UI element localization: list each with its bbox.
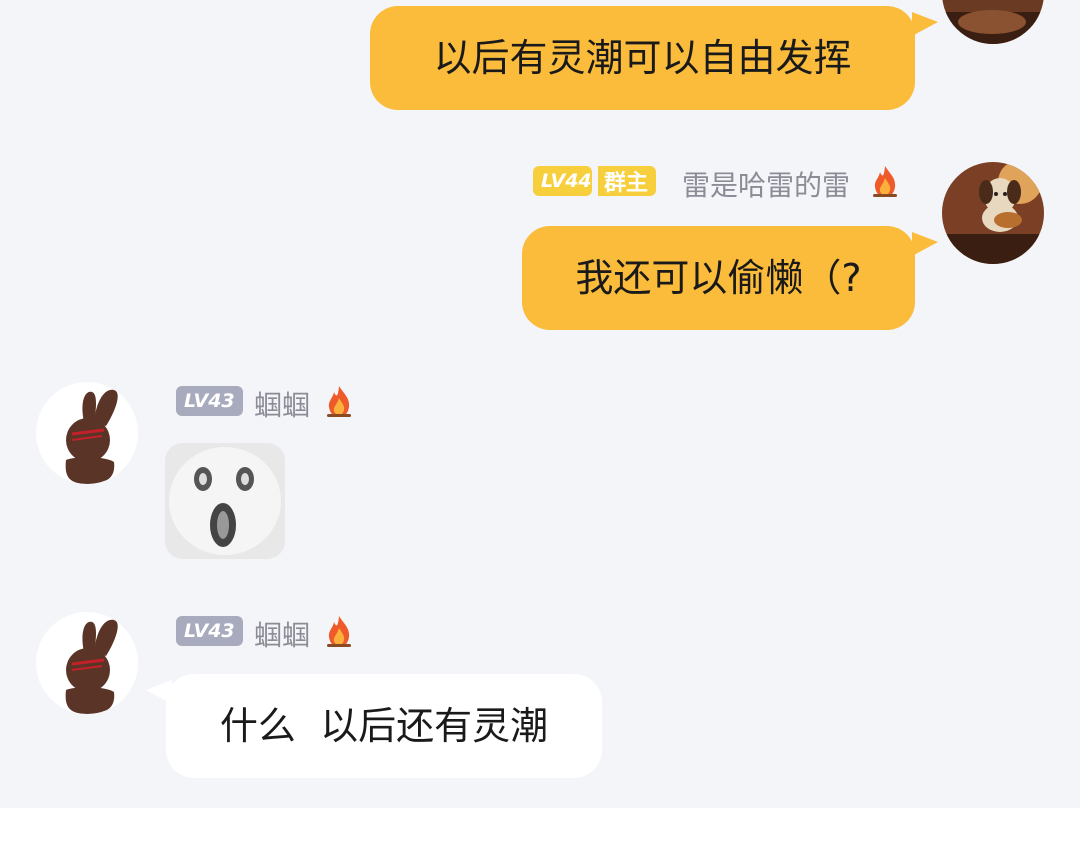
message-text: 我还可以偷懒（? [575,256,862,300]
sender-avatar[interactable] [36,612,138,714]
bunny-avatar-icon [36,612,138,714]
fire-icon [873,166,897,197]
sender-name[interactable]: 蝈蝈 [254,384,310,424]
dog-guitar-avatar-icon [942,0,1044,44]
bunny-avatar-icon [36,382,138,484]
fire-icon [327,386,351,417]
message-text: 以后有灵潮可以自由发挥 [433,36,852,80]
surprised-face-sticker[interactable] [165,443,285,559]
surprised-face-sticker-icon [165,443,285,559]
bubble-tail [912,232,938,256]
bottom-input-area [0,808,1080,843]
owner-role-badge: 群主 [598,166,657,196]
sender-avatar[interactable] [942,0,1044,44]
level-badge: LV44 [533,166,592,196]
message-bubble[interactable]: 以后有灵潮可以自由发挥 [370,6,915,110]
fire-icon [327,616,351,647]
dog-guitar-avatar-icon [942,162,1044,264]
sender-name[interactable]: 雷是哈雷的雷 [682,164,850,204]
message-text: 什么 以后还有灵潮 [219,704,549,748]
message-bubble[interactable]: 我还可以偷懒（? [522,226,915,330]
message-bubble[interactable]: 什么 以后还有灵潮 [166,674,602,778]
sender-name[interactable]: 蝈蝈 [254,614,310,654]
sender-avatar[interactable] [942,162,1044,264]
bubble-tail [912,12,938,36]
sender-avatar[interactable] [36,382,138,484]
level-badge: LV43 [176,616,243,646]
level-badge: LV43 [176,386,243,416]
